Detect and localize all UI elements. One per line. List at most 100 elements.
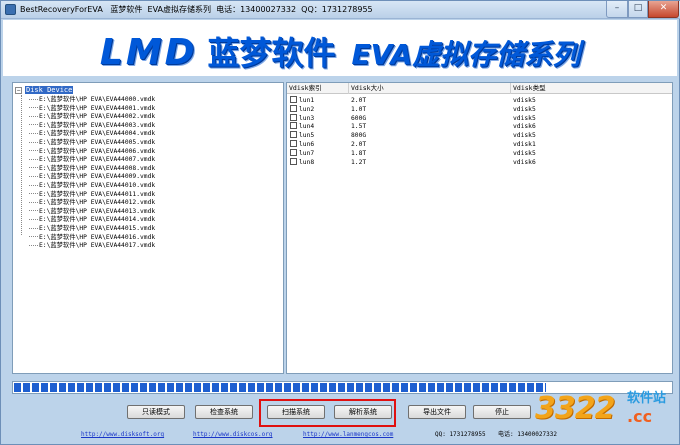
tree-item-vmdk[interactable]: E:\蓝梦软件\HP EVA\EVA44001.vmdk [29,105,155,114]
cell-type: vdisk6 [513,123,536,131]
tree-item-vmdk[interactable]: E:\蓝梦软件\HP EVA\EVA44005.vmdk [29,139,155,148]
tree-item-label: E:\蓝梦软件\HP EVA\EVA44014.vmdk [39,216,156,224]
tree-item-label: E:\蓝梦软件\HP EVA\EVA44009.vmdk [39,173,156,181]
cell-index: lun6 [290,140,348,149]
cell-index: lun7 [290,148,348,158]
vdisk-table[interactable]: Vdisk索引 Vdisk大小 Vdisk类型 lun1 2.0T vdisk5 lu… [286,82,673,374]
table-row[interactable]: lun2 1.0T vdisk5 [287,104,672,114]
tree-branch-line [29,244,38,246]
tree-branch-line [29,132,38,134]
tree-item-vmdk[interactable]: E:\蓝梦软件\HP EVA\EVA44006.vmdk [29,148,155,157]
tree-item-vmdk[interactable]: E:\蓝梦软件\HP EVA\EVA44007.vmdk [29,156,155,165]
tree-item-label: E:\蓝梦软件\HP EVA\EVA44001.vmdk [39,104,156,112]
tree-item-vmdk[interactable]: E:\蓝梦软件\HP EVA\EVA44002.vmdk [29,113,155,122]
brand-logo: LMD [99,32,198,73]
watermark-digits: 3322 [535,391,615,426]
tree-connector-line [21,95,22,235]
tree-branch-line [29,201,38,203]
website-link-diskcos[interactable]: http://www.diskcos.org [193,429,272,441]
table-row[interactable]: lun5 800G vdisk5 [287,131,672,140]
tree-item-vmdk[interactable]: E:\蓝梦软件\HP EVA\EVA44014.vmdk [29,216,155,225]
cell-index-text: lun4 [299,123,315,131]
app-window: BestRecoveryForEVA 蓝梦软件 EVA虚拟存储系列 电话：134… [0,0,680,445]
tree-item-label: E:\蓝梦软件\HP EVA\EVA44011.vmdk [39,190,156,198]
progress-fill [14,383,547,392]
tree-item-vmdk[interactable]: E:\蓝梦软件\HP EVA\EVA44016.vmdk [29,234,155,243]
site-watermark: 3322 软件站 .cc [531,381,680,443]
highlight-box [259,399,396,427]
tree-item-vmdk[interactable]: E:\蓝梦软件\HP EVA\EVA44011.vmdk [29,191,155,200]
tree-branch-line [29,218,38,220]
close-button[interactable]: ✕ [648,1,679,18]
row-checkbox[interactable] [290,104,297,112]
tree-item-label: E:\蓝梦软件\HP EVA\EVA44012.vmdk [39,199,156,207]
tree-item-label: E:\蓝梦软件\HP EVA\EVA44005.vmdk [39,139,156,146]
row-checkbox[interactable] [290,113,297,121]
cell-index: lun2 [290,104,348,114]
app-icon [5,4,16,15]
disk-tree-view[interactable]: − Disk Device E:\蓝梦软件\HP EVA\EVA44000.vmd… [12,82,284,374]
brand-banner: LMD 蓝梦软件 EVA虚拟存储系列 [3,20,677,76]
banner-text: LMD 蓝梦软件 EVA虚拟存储系列 [3,28,677,74]
tree-item-label: E:\蓝梦软件\HP EVA\EVA44013.vmdk [39,207,156,215]
row-checkbox[interactable] [290,148,297,156]
cell-size: 800G [351,132,367,140]
cell-index: lun8 [290,157,348,167]
cell-type: vdisk5 [513,132,536,140]
readonly-mode-button[interactable]: 只读模式 [127,405,185,419]
tree-item-vmdk[interactable]: E:\蓝梦软件\HP EVA\EVA44010.vmdk [29,182,155,191]
table-row[interactable]: lun1 2.0T vdisk5 [287,96,672,105]
tree-branch-line [29,141,38,143]
minimize-button[interactable]: – [606,1,628,18]
cell-index-text: lun3 [299,114,315,122]
tree-branch-line [29,193,38,195]
row-checkbox[interactable] [290,157,297,165]
tree-branch-line [29,167,38,169]
tree-root-label: Disk Device [25,86,74,94]
tree-item-vmdk[interactable]: E:\蓝梦软件\HP EVA\EVA44009.vmdk [29,173,155,182]
tree-branch-line [29,107,38,109]
title-bar[interactable]: BestRecoveryForEVA 蓝梦软件 EVA虚拟存储系列 电话：134… [1,1,680,19]
tree-item-vmdk[interactable]: E:\蓝梦软件\HP EVA\EVA44012.vmdk [29,199,155,208]
tree-item-label: E:\蓝梦软件\HP EVA\EVA44010.vmdk [39,182,156,189]
tree-branch-line [29,236,38,238]
tree-item-label: E:\蓝梦软件\HP EVA\EVA44004.vmdk [39,130,156,138]
website-link-disksoft[interactable]: http://www.disksoft.org [81,429,164,441]
export-file-button[interactable]: 导出文件 [408,405,466,419]
column-header-index[interactable]: Vdisk索引 [287,83,349,94]
table-row[interactable]: lun4 1.5T vdisk6 [287,122,672,131]
tree-item-vmdk[interactable]: E:\蓝梦软件\HP EVA\EVA44004.vmdk [29,130,155,139]
collapse-icon[interactable]: − [15,86,22,94]
tree-item-label: E:\蓝梦软件\HP EVA\EVA44003.vmdk [39,121,156,129]
cell-type: vdisk5 [513,105,536,113]
row-checkbox[interactable] [290,131,297,139]
cell-type: vdisk5 [513,114,536,122]
cell-index-text: lun7 [299,149,315,157]
table-row[interactable]: lun8 1.2T vdisk6 [287,157,672,167]
column-header-size[interactable]: Vdisk大小 [349,83,511,94]
cell-index: lun4 [290,122,348,131]
row-checkbox[interactable] [290,122,297,130]
row-checkbox[interactable] [290,140,297,147]
tree-item-label: E:\蓝梦软件\HP EVA\EVA44002.vmdk [39,113,156,121]
table-row[interactable]: lun6 2.0T vdisk1 [287,140,672,149]
cell-index-text: lun2 [299,105,315,113]
tree-item-label: E:\蓝梦软件\HP EVA\EVA44000.vmdk [39,96,156,103]
website-link-lanmengcos[interactable]: http://www.lanmengcos.com [303,429,393,441]
tree-branch-line [29,115,38,117]
table-row[interactable]: lun3 600G vdisk5 [287,113,672,123]
check-system-button[interactable]: 检查系统 [195,405,253,419]
stop-button[interactable]: 停止 [473,405,531,419]
tree-item-vmdk[interactable]: E:\蓝梦软件\HP EVA\EVA44015.vmdk [29,225,155,234]
table-row[interactable]: lun7 1.8T vdisk5 [287,148,672,158]
maximize-button[interactable]: □ [628,1,648,18]
tree-item-vmdk[interactable]: E:\蓝梦软件\HP EVA\EVA44017.vmdk [29,242,155,251]
tree-branch-line [29,210,38,212]
tree-item-label: E:\蓝梦软件\HP EVA\EVA44007.vmdk [39,156,156,164]
tree-root-node[interactable]: − Disk Device [15,85,74,95]
column-header-type[interactable]: Vdisk类型 [511,83,672,94]
tree-item-vmdk[interactable]: E:\蓝梦软件\HP EVA\EVA44000.vmdk [29,96,155,105]
cell-size: 1.8T [351,149,367,157]
cell-index-text: lun5 [299,132,315,140]
row-checkbox[interactable] [290,96,297,103]
